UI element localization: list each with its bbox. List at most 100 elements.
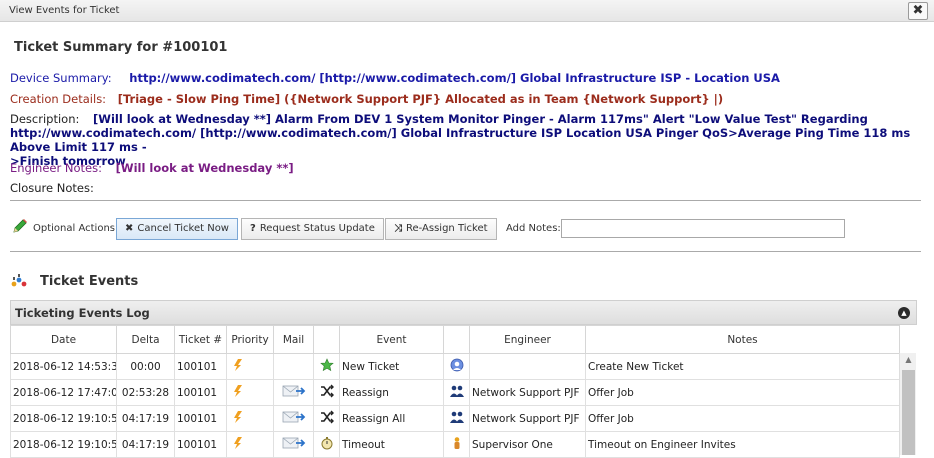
event-icon-cell bbox=[313, 431, 340, 458]
scroll-thumb[interactable] bbox=[902, 370, 915, 455]
mail-cell bbox=[273, 405, 314, 432]
description: Description: [Will look at Wednesday **]… bbox=[10, 112, 925, 168]
column-header[interactable]: Priority bbox=[226, 325, 274, 354]
shuffle-icon bbox=[320, 384, 334, 401]
event-cell: Reassign bbox=[339, 379, 444, 406]
engineer-icon-cell bbox=[443, 379, 470, 406]
date-cell: 2018-06-12 19:10:54 bbox=[10, 405, 117, 432]
table-row[interactable]: 2018-06-12 19:10:54 04:17:19 100101 Reassig… bbox=[10, 405, 900, 432]
priority-icon bbox=[232, 358, 246, 375]
table-row[interactable]: 2018-06-12 17:47:03 02:53:28 100101 Reassig… bbox=[10, 379, 900, 406]
summary-title: Ticket Summary for #100101 bbox=[14, 40, 228, 55]
notes-cell: Create New Ticket bbox=[585, 353, 900, 380]
shuffle-icon bbox=[320, 410, 334, 427]
delta-cell: 00:00 bbox=[116, 353, 175, 380]
event-cell: Timeout bbox=[339, 431, 444, 458]
collapse-icon[interactable]: ▲ bbox=[898, 307, 910, 319]
close-button[interactable]: ✖ bbox=[908, 2, 928, 20]
mail-icon bbox=[282, 436, 306, 453]
engineer-icon-cell bbox=[443, 405, 470, 432]
notes-cell: Offer Job bbox=[585, 379, 900, 406]
engineer-cell bbox=[469, 353, 586, 380]
delta-cell: 04:17:19 bbox=[116, 431, 175, 458]
device-summary-value: http://www.codimatech.com/ [http://www.c… bbox=[129, 71, 780, 85]
column-header[interactable]: Delta bbox=[116, 325, 175, 354]
add-notes-input[interactable] bbox=[561, 219, 845, 238]
notes-cell: Timeout on Engineer Invites bbox=[585, 431, 900, 458]
reassign-ticket-label: Re-Assign Ticket bbox=[406, 223, 488, 234]
team-icon bbox=[449, 384, 465, 401]
event-cell: New Ticket bbox=[339, 353, 444, 380]
description-line-2: http://www.codimatech.com/ [http://www.c… bbox=[10, 126, 911, 154]
closure-notes-label: Closure Notes: bbox=[10, 181, 94, 195]
priority-cell bbox=[226, 353, 274, 380]
priority-icon bbox=[232, 436, 246, 453]
mail-cell bbox=[273, 379, 314, 406]
column-header[interactable]: Mail bbox=[273, 325, 314, 354]
engineer-icon-cell bbox=[443, 353, 470, 380]
optional-actions-label: Optional Actions bbox=[33, 223, 115, 234]
column-header[interactable]: Event bbox=[339, 325, 444, 354]
engineer-cell: Network Support PJF bbox=[469, 379, 586, 406]
person-icon bbox=[450, 436, 464, 453]
priority-cell bbox=[226, 379, 274, 406]
ticket-cell: 100101 bbox=[174, 379, 227, 406]
engineer-cell: Network Support PJF bbox=[469, 405, 586, 432]
event-cell: Reassign All bbox=[339, 405, 444, 432]
ticket-cell: 100101 bbox=[174, 353, 227, 380]
delta-cell: 04:17:19 bbox=[116, 405, 175, 432]
window-title: View Events for Ticket bbox=[9, 5, 120, 16]
table-header-row: Date Delta Ticket # Priority Mail Event … bbox=[10, 325, 900, 354]
divider bbox=[10, 251, 921, 252]
date-cell: 2018-06-12 14:53:35 bbox=[10, 353, 117, 380]
date-cell: 2018-06-12 17:47:03 bbox=[10, 379, 117, 406]
column-header bbox=[313, 325, 340, 354]
description-line-1: [Will look at Wednesday **] Alarm From D… bbox=[93, 112, 868, 126]
priority-cell bbox=[226, 405, 274, 432]
delta-cell: 02:53:28 bbox=[116, 379, 175, 406]
column-header[interactable]: Ticket # bbox=[174, 325, 227, 354]
team-icon bbox=[449, 410, 465, 427]
reassign-ticket-button[interactable]: ⤨ Re-Assign Ticket bbox=[385, 218, 497, 240]
cancel-ticket-label: Cancel Ticket Now bbox=[137, 223, 229, 234]
column-header bbox=[443, 325, 470, 354]
request-status-button[interactable]: ? Request Status Update bbox=[241, 218, 384, 240]
cancel-ticket-button[interactable]: ✖ Cancel Ticket Now bbox=[116, 218, 238, 240]
device-summary-label: Device Summary: bbox=[10, 71, 112, 85]
table-row[interactable]: 2018-06-12 14:53:35 00:00 100101 New Ticket… bbox=[10, 353, 900, 380]
column-header[interactable]: Notes bbox=[585, 325, 900, 354]
priority-cell bbox=[226, 431, 274, 458]
question-icon: ? bbox=[250, 223, 256, 234]
description-label: Description: bbox=[10, 112, 80, 126]
table-row[interactable]: 2018-06-12 19:10:54 04:17:19 100101 Timeout… bbox=[10, 431, 900, 458]
event-icon-cell bbox=[313, 353, 340, 380]
notes-cell: Offer Job bbox=[585, 405, 900, 432]
date-cell: 2018-06-12 19:10:54 bbox=[10, 431, 117, 458]
closure-notes: Closure Notes: bbox=[10, 181, 94, 195]
ticket-cell: 100101 bbox=[174, 405, 227, 432]
events-icon bbox=[11, 274, 27, 287]
mail-cell bbox=[273, 431, 314, 458]
events-log-header: Ticketing Events Log ▲ bbox=[10, 300, 917, 325]
mail-icon bbox=[282, 410, 306, 427]
engineer-icon-cell bbox=[443, 431, 470, 458]
window-titlebar: View Events for Ticket ✖ bbox=[0, 0, 934, 22]
creation-details-value: [Triage - Slow Ping Time] ({Network Supp… bbox=[117, 92, 724, 106]
engineer-cell: Supervisor One bbox=[469, 431, 586, 458]
engineer-notes-value: [Will look at Wednesday **] bbox=[115, 161, 294, 175]
column-header[interactable]: Engineer bbox=[469, 325, 586, 354]
globe-icon bbox=[450, 358, 464, 375]
scroll-up-icon[interactable]: ▲ bbox=[900, 353, 917, 367]
column-header[interactable]: Date bbox=[10, 325, 117, 354]
events-log-title: Ticketing Events Log bbox=[15, 306, 150, 320]
priority-icon bbox=[232, 384, 246, 401]
events-log-table: Date Delta Ticket # Priority Mail Event … bbox=[10, 325, 900, 458]
engineer-notes-label: Engineer Notes: bbox=[10, 161, 102, 175]
engineer-notes: Engineer Notes: [Will look at Wednesday … bbox=[10, 161, 294, 175]
ticket-cell: 100101 bbox=[174, 431, 227, 458]
creation-details-label: Creation Details: bbox=[10, 92, 107, 106]
ticket-events-title: Ticket Events bbox=[40, 274, 139, 289]
event-icon-cell bbox=[313, 405, 340, 432]
mail-cell bbox=[273, 353, 314, 380]
table-scrollbar[interactable]: ▲ bbox=[899, 353, 916, 455]
